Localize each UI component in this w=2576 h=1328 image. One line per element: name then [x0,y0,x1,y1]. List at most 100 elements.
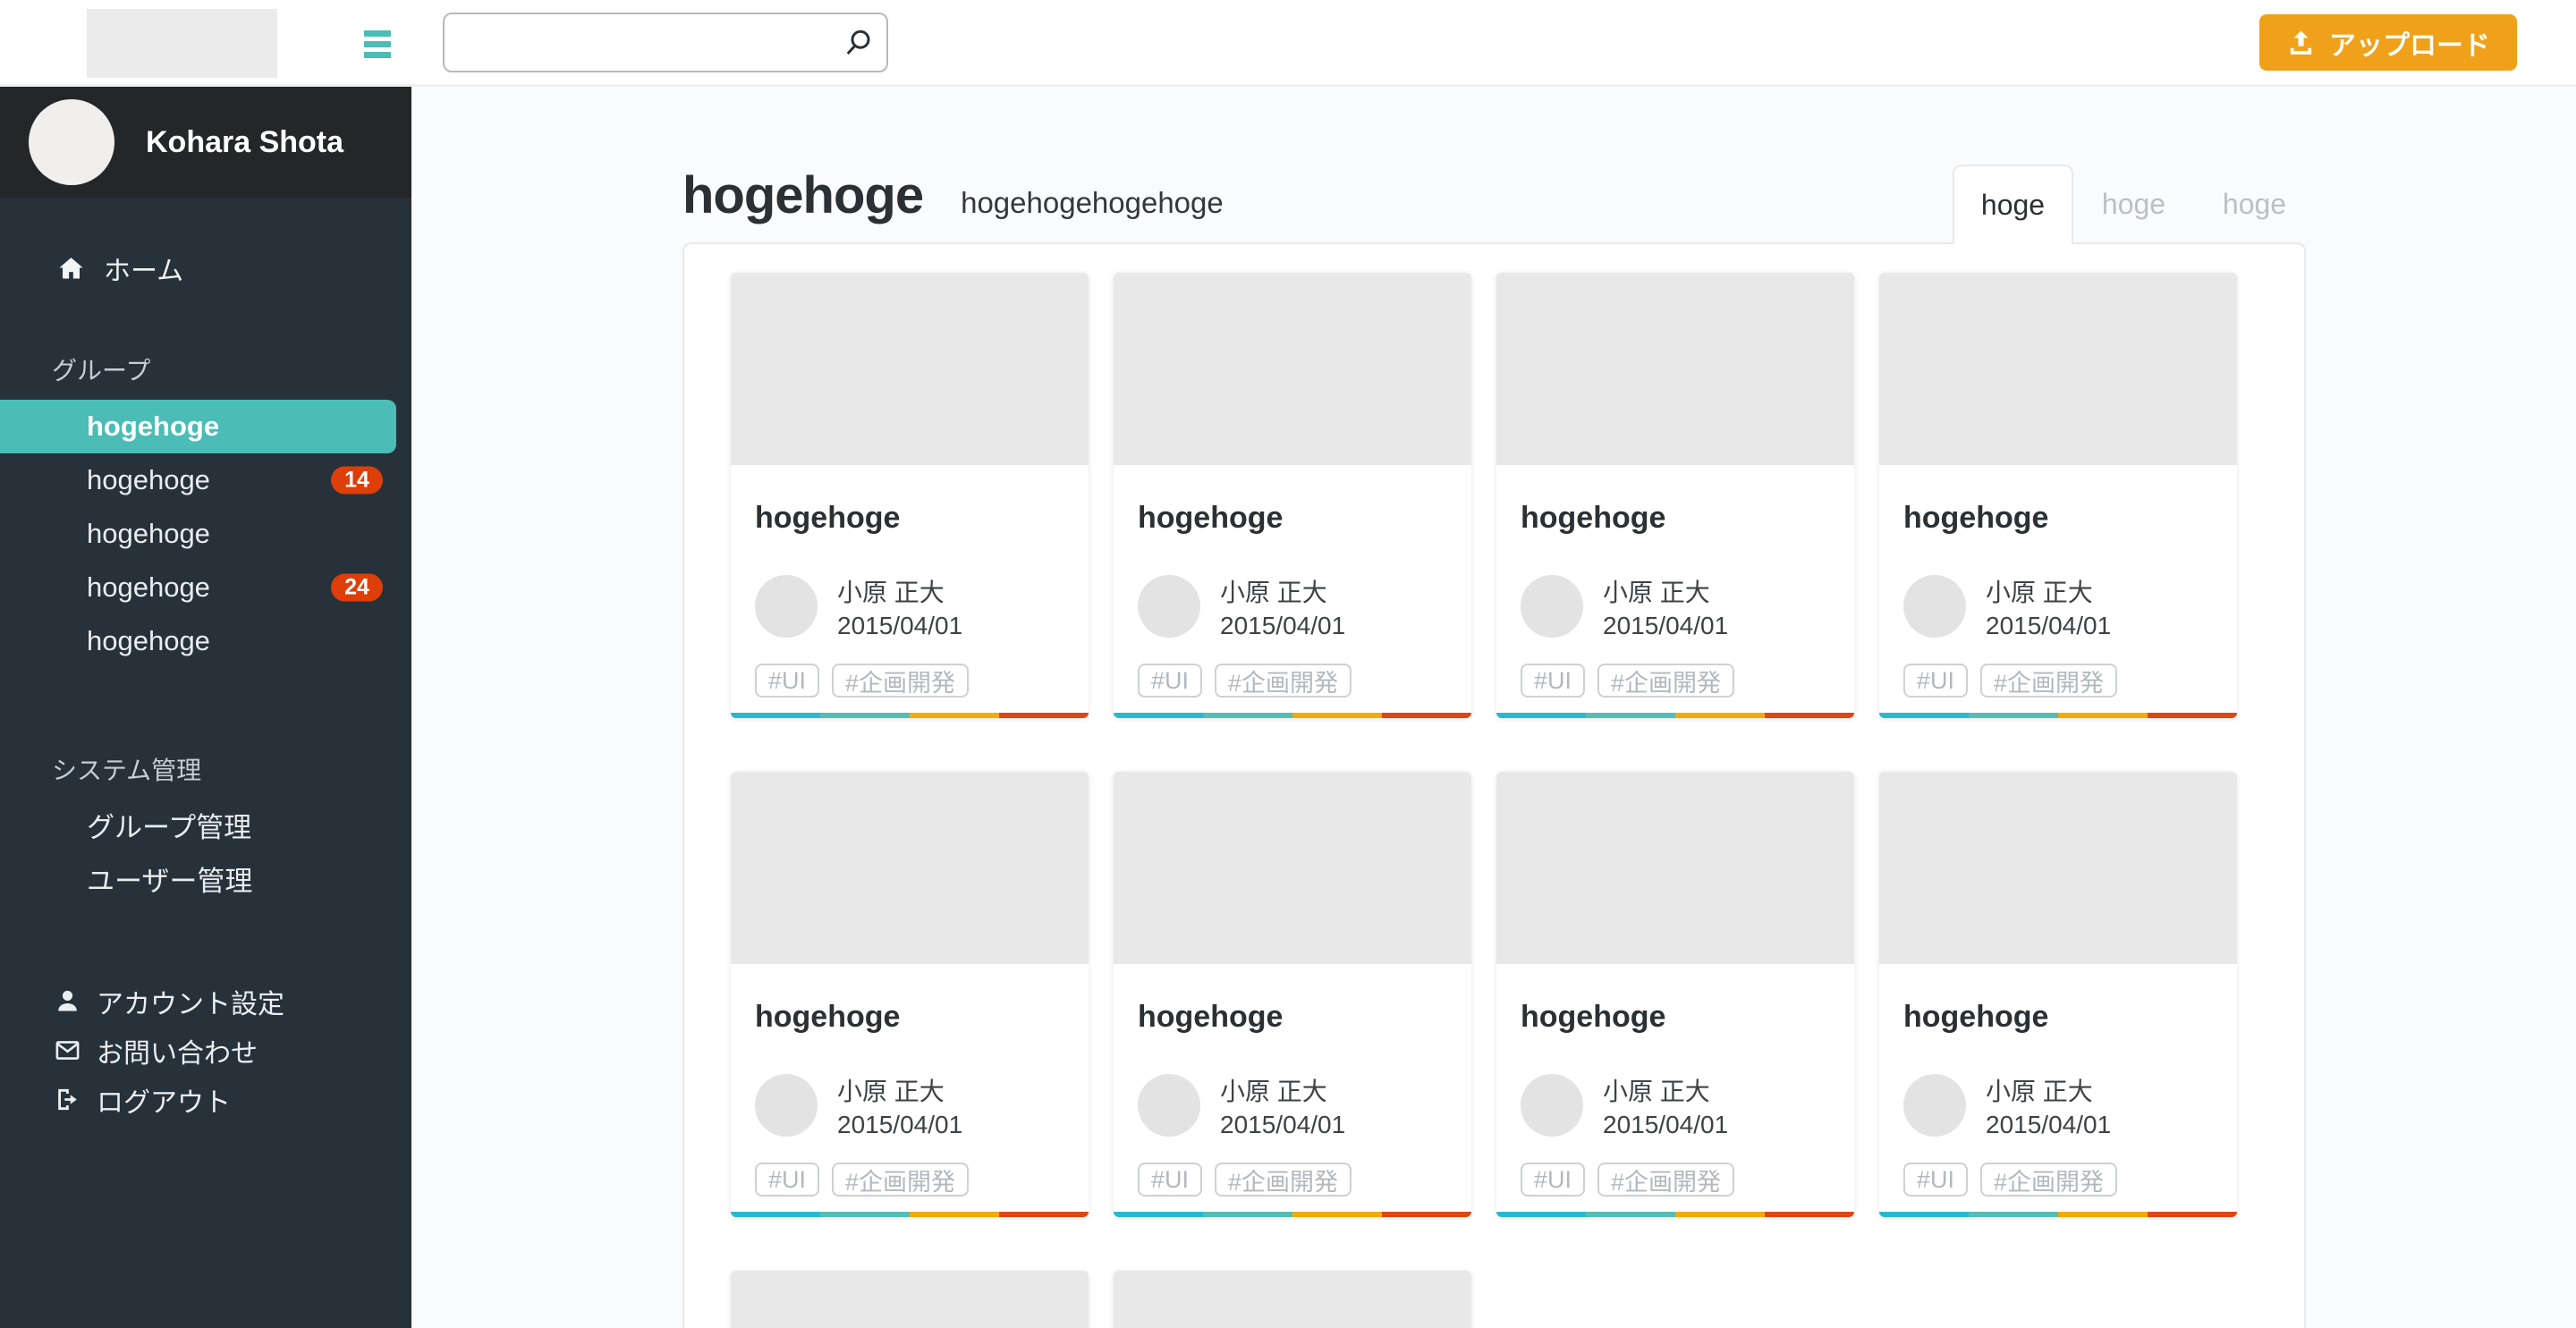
content-card[interactable]: hogehoge 小原 正大 2015/04/01 #UI #企画開発 [1114,772,1471,1217]
sidebar-item-label: アカウント設定 [97,989,284,1019]
card-tag[interactable]: #UI [1521,664,1586,698]
card-author-row: 小原 正大 2015/04/01 [1138,1074,1447,1141]
avatar [1903,575,1966,638]
card-color-bar [1496,1212,1854,1217]
card-tag[interactable]: #企画開発 [832,664,970,698]
card-author: 小原 正大 [1220,579,1327,606]
sidebar-item-group[interactable]: hogehoge 14 [0,453,411,507]
home-icon [56,254,86,283]
card-title: hogehoge [1138,501,1284,535]
card-body: hogehoge 小原 正大 2015/04/01 #UI #企画開発 [1879,501,2237,698]
sidebar-section-groups: グループ [52,357,151,385]
card-image-placeholder [731,1271,1089,1328]
logout-icon [54,1086,81,1113]
content-card[interactable]: hogehoge 小原 正大 2015/04/01 #UI #企画開発 [1114,273,1471,718]
page-head: hogehoge hogehogehogehoge [682,165,1224,225]
card-tags: #UI #企画開発 [1138,664,1447,698]
tab-label: hoge [2222,188,2287,220]
sidebar-item-home[interactable]: ホーム [0,241,411,295]
sidebar-item-label: hogehoge [87,571,210,603]
card-date: 2015/04/01 [1986,1111,2112,1138]
sidebar-item-group[interactable]: hogehoge [0,507,411,561]
user-panel: Kohara Shota [0,87,411,199]
content-card[interactable]: hogehoge 小原 正大 2015/04/01 #UI #企画開発 [1114,1271,1471,1328]
card-date: 2015/04/01 [1220,612,1346,639]
tab-1[interactable]: hoge [1953,165,2073,244]
sidebar-item-group[interactable]: hogehoge [0,614,411,668]
card-author: 小原 正大 [837,1078,945,1105]
sidebar-item-user-admin[interactable]: ユーザー管理 [0,851,411,905]
card-tag[interactable]: #企画開発 [1215,664,1352,698]
sidebar-item-group[interactable]: hogehoge 24 [0,561,411,614]
card-image-placeholder [1114,273,1471,465]
card-title: hogehoge [755,1000,901,1034]
content-card[interactable]: hogehoge 小原 正大 2015/04/01 #UI #企画開発 [1879,772,2237,1217]
content-card[interactable]: hogehoge 小原 正大 2015/04/01 #UI #企画開発 [1496,772,1854,1217]
mail-icon [54,1036,81,1064]
sidebar-item-label: hogehoge [87,410,220,442]
sidebar-item-group-admin[interactable]: グループ管理 [0,798,411,851]
content-card[interactable]: hogehoge 小原 正大 2015/04/01 #UI #企画開発 [731,273,1089,718]
card-tag[interactable]: #UI [1138,664,1203,698]
card-body: hogehoge 小原 正大 2015/04/01 #UI #企画開発 [1496,501,1854,698]
avatar [755,1074,818,1137]
app-logo[interactable] [87,9,277,78]
card-author-row: 小原 正大 2015/04/01 [755,1074,1064,1141]
content-card[interactable]: hogehoge 小原 正大 2015/04/01 #UI #企画開発 [731,772,1089,1217]
card-author: 小原 正大 [1603,1078,1710,1105]
card-tag[interactable]: #企画開発 [1980,664,2118,698]
avatar [29,99,114,185]
card-tag[interactable]: #企画開発 [832,1163,970,1197]
card-date: 2015/04/01 [1986,612,2112,639]
menu-button[interactable] [358,23,397,64]
sidebar-item-label: お問い合わせ [97,1038,258,1069]
tab-bar: hoge hoge hoge [1953,165,2315,244]
card-tag[interactable]: #UI [755,664,820,698]
card-date: 2015/04/01 [1603,1111,1729,1138]
tab-3[interactable]: hoge [2194,165,2315,244]
user-name: Kohara Shota [146,125,344,159]
content-panel: hogehoge 小原 正大 2015/04/01 #UI #企画開発 hoge… [682,242,2306,1328]
top-bar: アップロード [0,0,2576,87]
search-icon[interactable] [842,27,874,59]
card-tag[interactable]: #UI [1521,1163,1586,1197]
sidebar-item-group[interactable]: hogehoge [0,400,396,453]
card-author-row: 小原 正大 2015/04/01 [755,575,1064,642]
avatar [1903,1074,1966,1137]
card-tag[interactable]: #企画開発 [1215,1163,1352,1197]
sidebar-item-account-settings[interactable]: アカウント設定 [0,977,411,1026]
card-tag[interactable]: #企画開発 [1597,664,1735,698]
sidebar-section-system: システム管理 [52,757,202,784]
notification-badge: 24 [331,573,383,602]
sidebar-item-contact[interactable]: お問い合わせ [0,1026,411,1075]
card-image-placeholder [1114,1271,1471,1328]
content-card[interactable]: hogehoge 小原 正大 2015/04/01 #UI #企画開発 [731,1271,1089,1328]
card-author: 小原 正大 [1986,579,2093,606]
upload-button[interactable]: アップロード [2259,14,2517,71]
page-title: hogehoge [682,166,924,224]
content-card[interactable]: hogehoge 小原 正大 2015/04/01 #UI #企画開発 [1496,273,1854,718]
card-date: 2015/04/01 [837,1111,963,1138]
main-content: hogehoge hogehogehogehoge hoge hoge hoge… [411,87,2576,1328]
card-date: 2015/04/01 [837,612,963,639]
card-date: 2015/04/01 [1220,1111,1346,1138]
content-card[interactable]: hogehoge 小原 正大 2015/04/01 #UI #企画開発 [1879,273,2237,718]
card-tag[interactable]: #UI [755,1163,820,1197]
upload-label: アップロード [2329,30,2490,61]
card-tag[interactable]: #企画開発 [1597,1163,1735,1197]
card-tag[interactable]: #UI [1903,1163,1969,1197]
card-color-bar [731,713,1089,718]
card-tag[interactable]: #企画開発 [1980,1163,2118,1197]
card-author-row: 小原 正大 2015/04/01 [1138,575,1447,642]
card-image-placeholder [1114,772,1471,964]
avatar [1521,1074,1583,1137]
search-input[interactable] [445,14,886,71]
card-tags: #UI #企画開発 [1138,1163,1447,1197]
card-author: 小原 正大 [1603,579,1710,606]
card-tag[interactable]: #UI [1903,664,1969,698]
tab-2[interactable]: hoge [2073,165,2194,244]
card-body: hogehoge 小原 正大 2015/04/01 #UI #企画開発 [731,501,1089,698]
card-tag[interactable]: #UI [1138,1163,1203,1197]
card-body: hogehoge 小原 正大 2015/04/01 #UI #企画開発 [1114,1000,1471,1197]
sidebar-item-logout[interactable]: ログアウト [0,1075,411,1124]
